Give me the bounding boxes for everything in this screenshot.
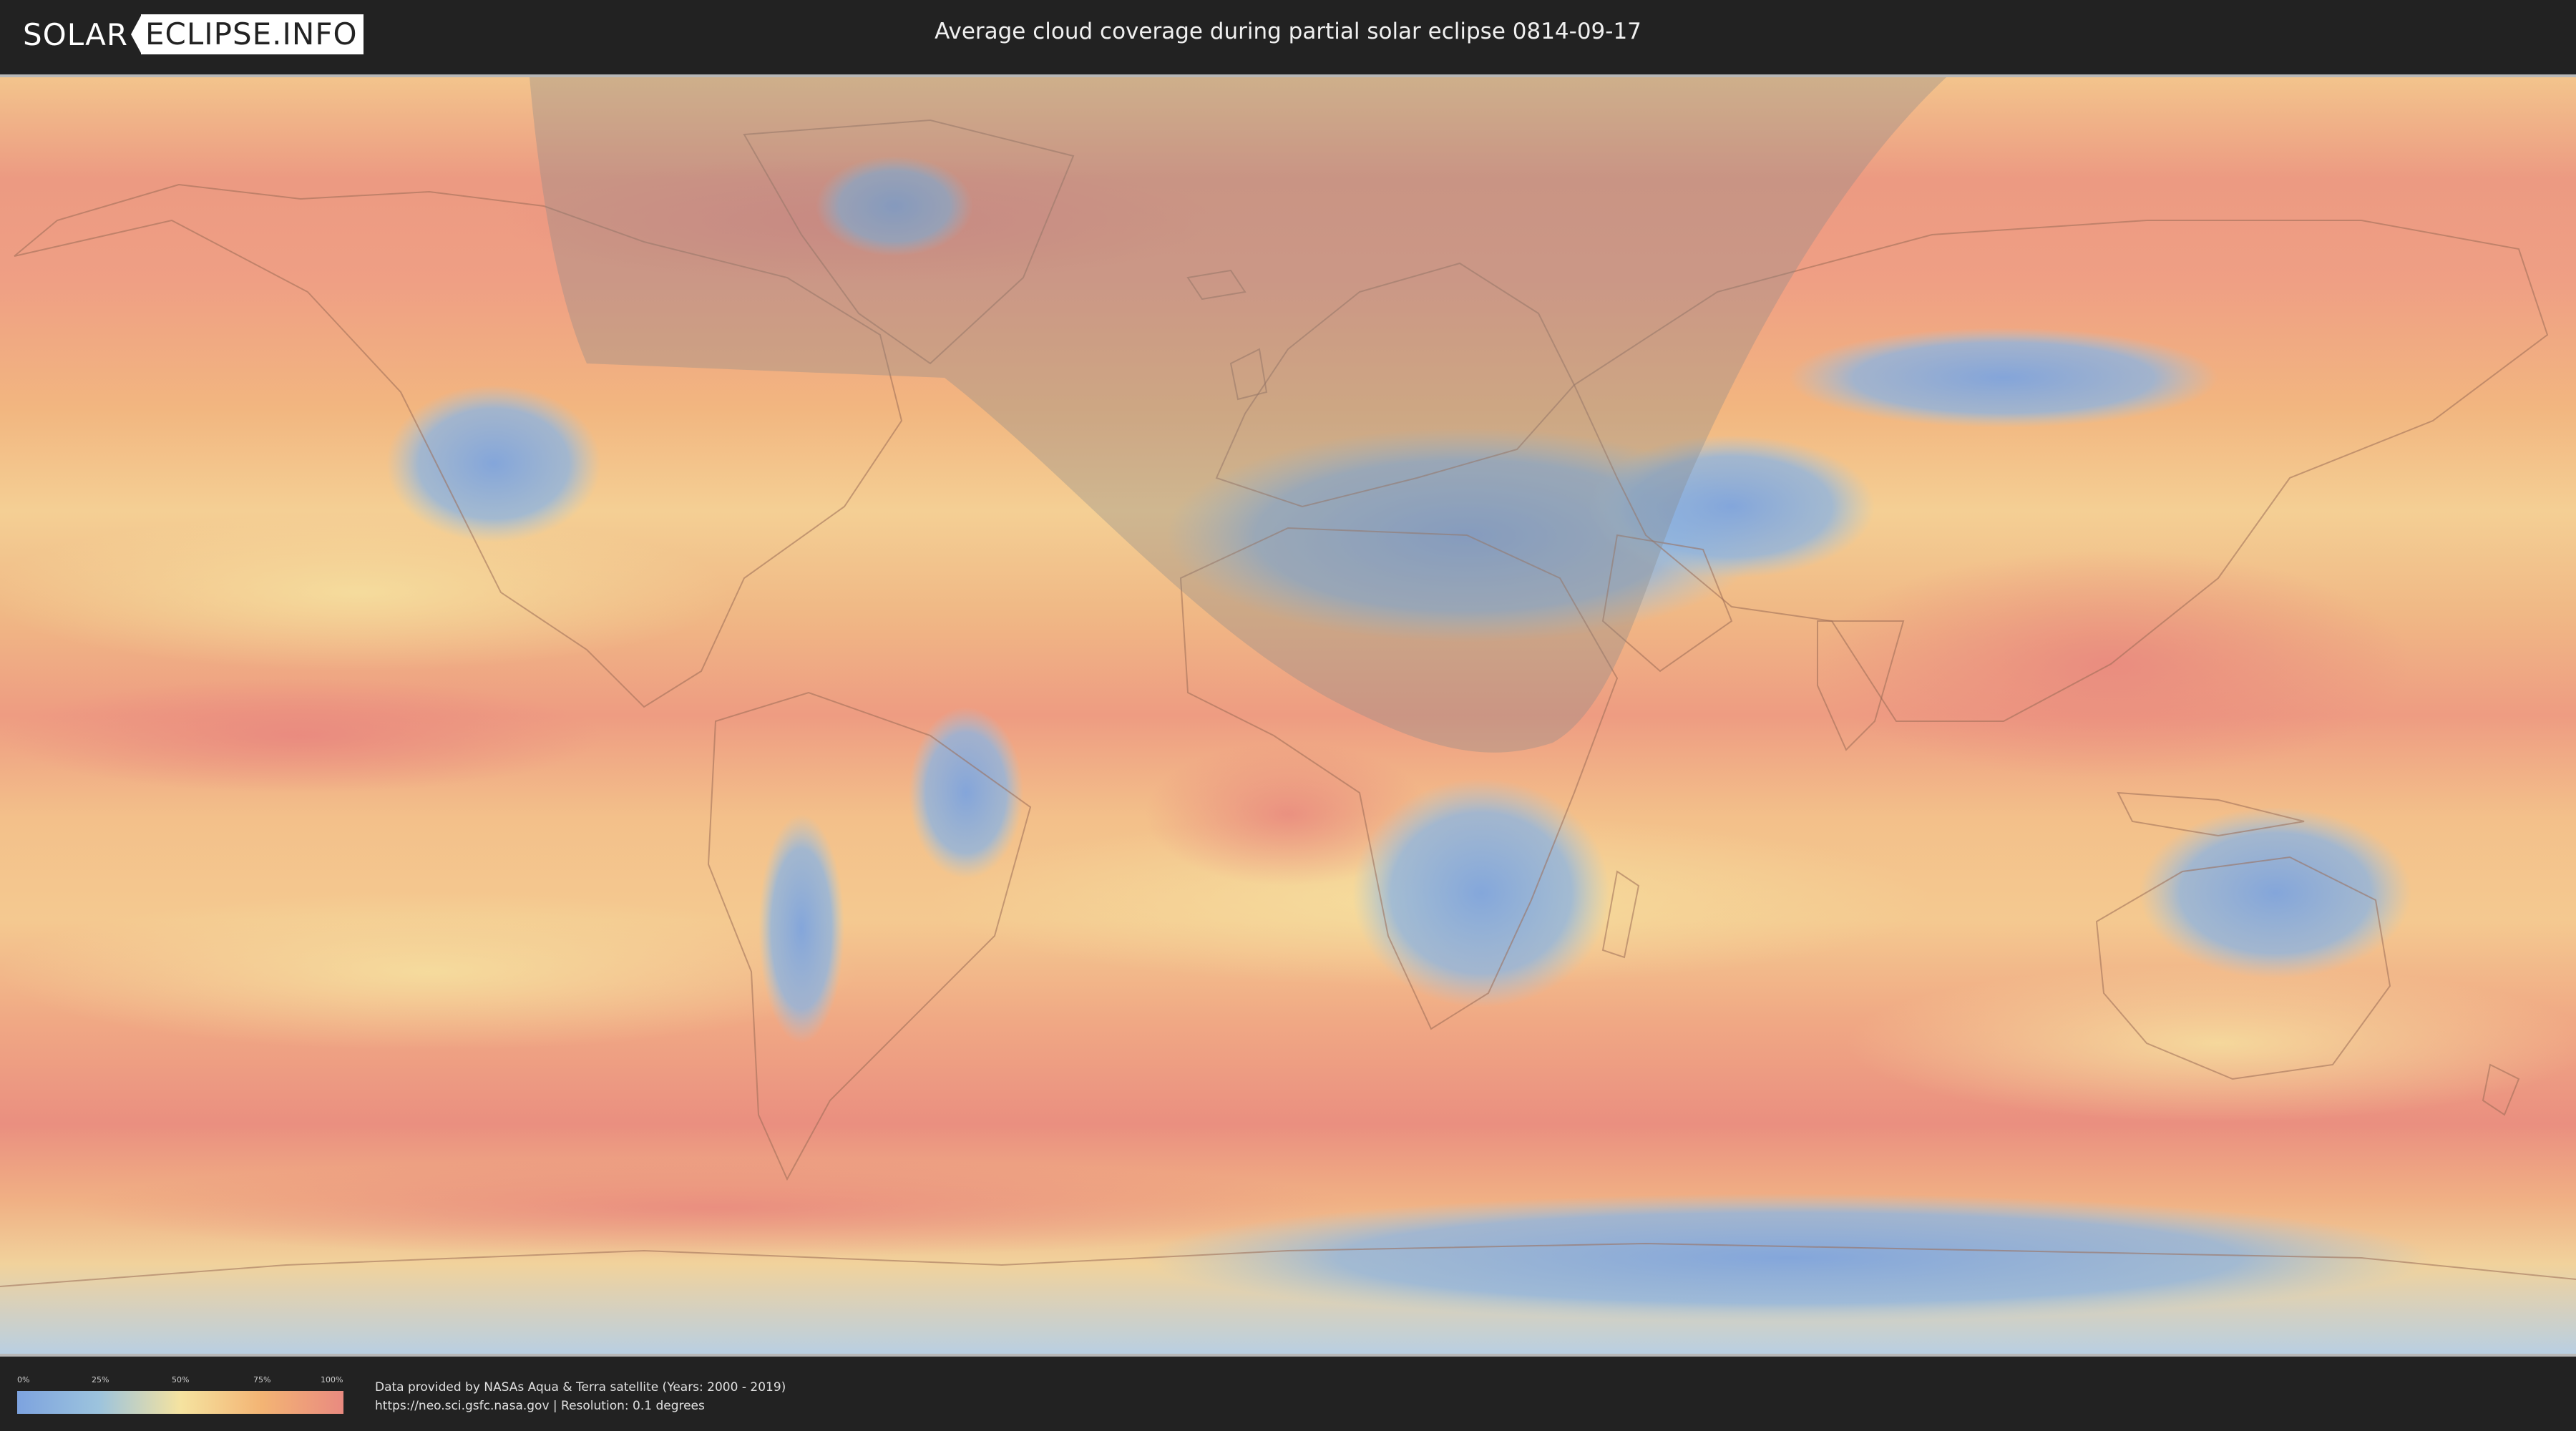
world-map-svg: [0, 77, 2576, 1354]
cloud-zone: [758, 814, 844, 1043]
cloud-zone: [0, 514, 730, 671]
footer-bar: 0% 25% 50% 75% 100% Data provided by NAS…: [0, 1357, 2576, 1431]
cloud-zone: [386, 385, 601, 542]
cloud-zone: [1145, 1193, 2433, 1322]
page-title: Average cloud coverage during partial so…: [935, 19, 1641, 44]
legend-tick: 50%: [172, 1375, 190, 1384]
legend-tick: 100%: [321, 1375, 343, 1384]
legend-color-scale: [17, 1391, 343, 1414]
cloud-coverage-legend: 0% 25% 50% 75% 100%: [17, 1375, 343, 1414]
credit-line-source: Data provided by NASAs Aqua & Terra sate…: [375, 1380, 786, 1395]
legend-tick: 0%: [17, 1375, 30, 1384]
credit-line-url: https://neo.sci.gsfc.nasa.gov | Resoluti…: [375, 1399, 705, 1413]
legend-ticks: 0% 25% 50% 75% 100%: [17, 1375, 343, 1388]
cloud-zone: [2140, 807, 2411, 979]
cloud-zone: [1846, 964, 2576, 1122]
legend-tick: 25%: [92, 1375, 109, 1384]
legend-tick: 75%: [253, 1375, 271, 1384]
cloud-zone: [909, 707, 1023, 879]
cloud-zone: [1789, 328, 2218, 428]
cloud-zone: [1352, 778, 1610, 1007]
cloud-zone: [0, 678, 601, 793]
header-bar: SOLAR ECLIPSE.INFO Average cloud coverag…: [0, 0, 2576, 72]
cloud-coverage-map: [0, 74, 2576, 1357]
data-credits: Data provided by NASAs Aqua & Terra sate…: [375, 1378, 786, 1415]
